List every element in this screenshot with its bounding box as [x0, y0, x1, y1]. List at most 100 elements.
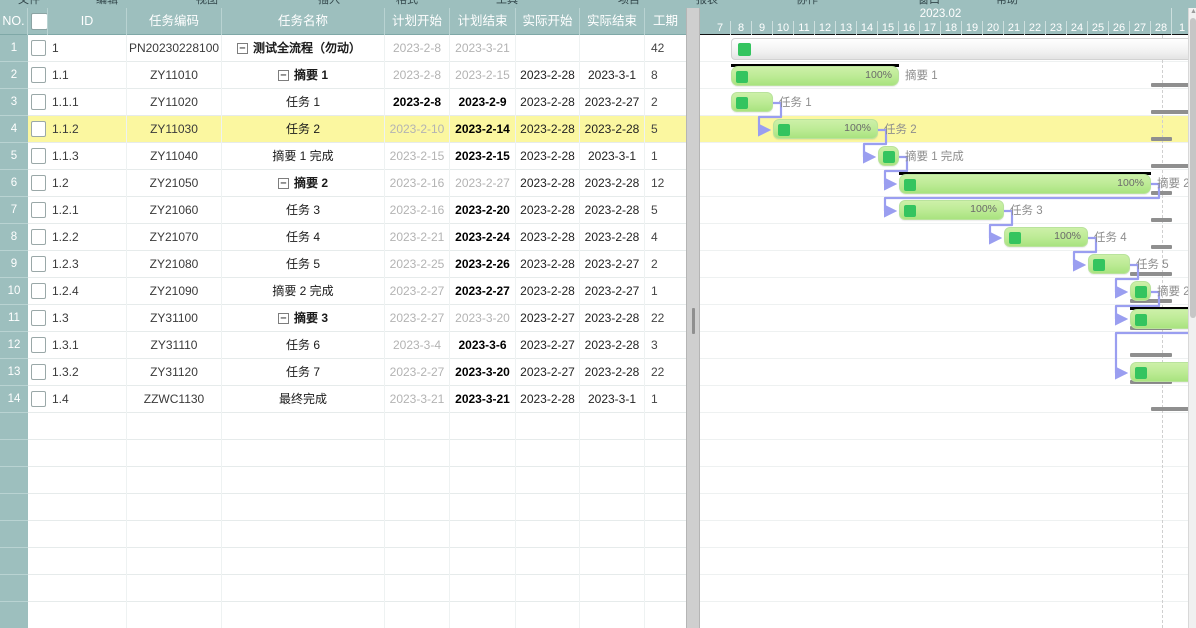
- gantt-row[interactable]: [700, 602, 1188, 628]
- gantt-row[interactable]: [700, 548, 1188, 575]
- cell-as[interactable]: 2023-2-28: [516, 143, 580, 170]
- row-number[interactable]: 7: [0, 197, 28, 224]
- cell-code[interactable]: ZY21060: [127, 197, 222, 224]
- cell-dur[interactable]: 5: [645, 116, 686, 143]
- tree-collapse-icon[interactable]: –: [277, 70, 289, 81]
- toolbar-item-8[interactable]: 协作: [796, 0, 818, 7]
- cell-name[interactable]: 摘要 2 完成: [222, 278, 385, 305]
- cell-dur[interactable]: 1: [645, 278, 686, 305]
- cell-id[interactable]: 1.1: [48, 62, 127, 89]
- gantt-task-bar[interactable]: 100%: [1004, 227, 1088, 247]
- column-header-ae[interactable]: 实际结束: [580, 8, 645, 35]
- actual-date-bar[interactable]: [1151, 191, 1172, 195]
- row-checkbox[interactable]: [31, 175, 46, 191]
- cell-dur[interactable]: 42: [645, 35, 686, 62]
- timeline-day-cell[interactable]: 23: [1046, 21, 1067, 35]
- table-row[interactable]: 9 1.2.3 ZY21080 任务 5 2023-2-25 2023-2-26 2023-…: [0, 251, 686, 278]
- table-row[interactable]: 13 1.3.2 ZY31120 任务 7 2023-2-27 2023-3-20 2023…: [0, 359, 686, 386]
- cell-code[interactable]: PN20230228100: [127, 35, 222, 62]
- cell-dur[interactable]: 12: [645, 170, 686, 197]
- actual-date-bar[interactable]: [1151, 407, 1188, 411]
- row-checkbox[interactable]: [31, 391, 46, 407]
- cell-dur[interactable]: 2: [645, 251, 686, 278]
- toolbar-item-10[interactable]: 帮助: [996, 0, 1018, 7]
- cell-id[interactable]: 1.2.2: [48, 224, 127, 251]
- timeline-day-cell[interactable]: 20: [983, 21, 1004, 35]
- cell-pe[interactable]: 2023-3-6: [450, 332, 516, 359]
- table-row[interactable]: 8 1.2.2 ZY21070 任务 4 2023-2-21 2023-2-24 2023-…: [0, 224, 686, 251]
- cell-ps[interactable]: 2023-2-16: [385, 170, 450, 197]
- cell-ae[interactable]: 2023-2-28: [580, 224, 645, 251]
- column-header-id[interactable]: ID: [48, 8, 127, 35]
- gantt-task-bar[interactable]: 100%: [899, 200, 1004, 220]
- cell-code[interactable]: ZY11030: [127, 116, 222, 143]
- tree-collapse-icon[interactable]: –: [277, 313, 289, 324]
- table-row[interactable]: 12 1.3.1 ZY31110 任务 6 2023-3-4 2023-3-6 2023-2…: [0, 332, 686, 359]
- timeline-day-cell[interactable]: 25: [1088, 21, 1109, 35]
- cell-id[interactable]: 1.3.1: [48, 332, 127, 359]
- cell-ae[interactable]: 2023-2-27: [580, 251, 645, 278]
- cell-ae[interactable]: 2023-2-28: [580, 305, 645, 332]
- row-checkbox[interactable]: [31, 256, 46, 272]
- timeline-day-cell[interactable]: 10: [773, 21, 794, 35]
- column-header-name[interactable]: 任务名称: [222, 8, 385, 35]
- toolbar-item-3[interactable]: 插入: [318, 0, 340, 7]
- timeline-day-cell[interactable]: 28: [1151, 21, 1172, 35]
- cell-code[interactable]: ZY21050: [127, 170, 222, 197]
- toolbar-strip[interactable]: 文件 编辑 视图 插入 格式 工具 项目 报表 协作 窗口 帮助: [0, 0, 1196, 8]
- timeline-day-cell[interactable]: 24: [1067, 21, 1088, 35]
- toolbar-item-1[interactable]: 编辑: [96, 0, 118, 7]
- cell-as[interactable]: 2023-2-27: [516, 305, 580, 332]
- timeline-day-cell[interactable]: 13: [836, 21, 857, 35]
- gantt-row[interactable]: [700, 278, 1188, 305]
- cell-id[interactable]: 1: [48, 35, 127, 62]
- cell-dur[interactable]: 3: [645, 332, 686, 359]
- cell-pe[interactable]: 2023-2-15: [450, 143, 516, 170]
- cell-id[interactable]: 1.1.1: [48, 89, 127, 116]
- column-header-chk[interactable]: [28, 8, 48, 35]
- cell-name[interactable]: – 摘要 2: [222, 170, 385, 197]
- cell-name[interactable]: – 摘要 3: [222, 305, 385, 332]
- cell-as[interactable]: 2023-2-28: [516, 62, 580, 89]
- row-checkbox[interactable]: [31, 121, 46, 137]
- cell-name[interactable]: 任务 2: [222, 116, 385, 143]
- actual-date-bar[interactable]: [1130, 272, 1172, 276]
- cell-ae[interactable]: 2023-2-28: [580, 116, 645, 143]
- cell-ps[interactable]: 2023-2-16: [385, 197, 450, 224]
- timeline-day-cell[interactable]: 1: [1172, 21, 1188, 35]
- cell-id[interactable]: 1.4: [48, 386, 127, 413]
- cell-name[interactable]: 任务 5: [222, 251, 385, 278]
- table-row[interactable]: 11 1.3 ZY31100– 摘要 3 2023-2-27 2023-3-20 2023-…: [0, 305, 686, 332]
- table-row-empty[interactable]: [0, 440, 686, 467]
- gantt-task-bar[interactable]: [1130, 281, 1151, 301]
- row-number[interactable]: 12: [0, 332, 28, 359]
- cell-as[interactable]: 2023-2-28: [516, 89, 580, 116]
- cell-name[interactable]: 任务 4: [222, 224, 385, 251]
- table-row[interactable]: 1 1 PN20230228100– 测试全流程（勿动） 2023-2-8 2023-3-…: [0, 35, 686, 62]
- cell-ps[interactable]: 2023-2-8: [385, 35, 450, 62]
- toolbar-item-9[interactable]: 窗口: [918, 0, 940, 7]
- toolbar-item-2[interactable]: 视图: [196, 0, 218, 7]
- cell-pe[interactable]: 2023-2-27: [450, 278, 516, 305]
- cell-ps[interactable]: 2023-2-27: [385, 359, 450, 386]
- cell-id[interactable]: 1.1.3: [48, 143, 127, 170]
- gantt-row[interactable]: [700, 575, 1188, 602]
- cell-ae[interactable]: [580, 35, 645, 62]
- cell-ps[interactable]: 2023-3-21: [385, 386, 450, 413]
- table-row-empty[interactable]: [0, 575, 686, 602]
- row-checkbox[interactable]: [31, 40, 46, 56]
- actual-date-bar[interactable]: [1151, 110, 1188, 114]
- gantt-row[interactable]: [700, 89, 1188, 116]
- row-number[interactable]: 14: [0, 386, 28, 413]
- scroll-up-arrow[interactable]: ▲: [1190, 8, 1196, 16]
- tree-collapse-icon[interactable]: –: [277, 178, 289, 189]
- actual-date-bar[interactable]: [1151, 137, 1172, 141]
- cell-ae[interactable]: 2023-3-1: [580, 386, 645, 413]
- row-checkbox[interactable]: [31, 202, 46, 218]
- cell-name[interactable]: 任务 7: [222, 359, 385, 386]
- actual-date-bar[interactable]: [1151, 83, 1188, 87]
- cell-ps[interactable]: 2023-3-4: [385, 332, 450, 359]
- cell-pe[interactable]: 2023-3-21: [450, 35, 516, 62]
- table-row[interactable]: 10 1.2.4 ZY21090 摘要 2 完成 2023-2-27 2023-2-27 2…: [0, 278, 686, 305]
- cell-ae[interactable]: 2023-3-1: [580, 143, 645, 170]
